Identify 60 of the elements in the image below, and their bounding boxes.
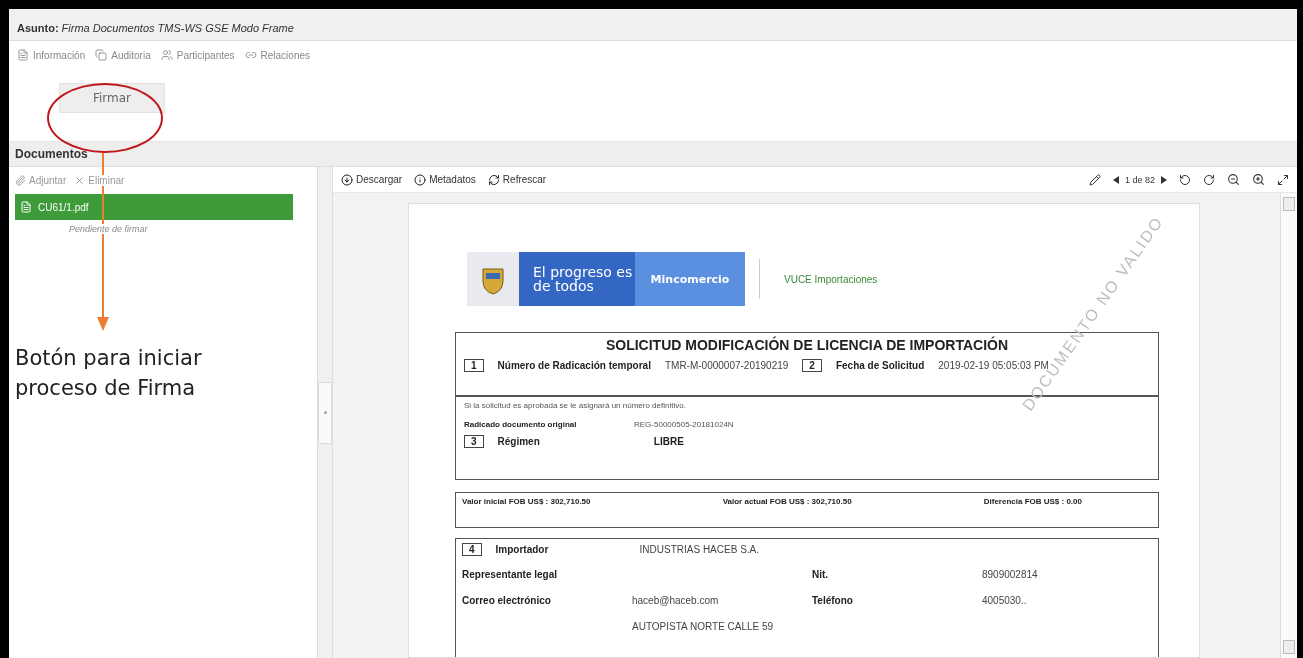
tab[interactable]: Participantes	[160, 49, 235, 61]
attach-button[interactable]: Adjuntar	[15, 175, 67, 186]
previous-page-icon[interactable]	[1112, 175, 1119, 184]
delete-button[interactable]: Eliminar	[74, 175, 125, 186]
field-label: Régimen	[497, 436, 540, 447]
field-value: REG-50000505-20181024N	[634, 420, 735, 429]
field-number: 4	[462, 543, 482, 556]
link-icon	[244, 49, 257, 61]
subject-text: Asunto: Firma Documentos TMS-WS GSE Modo Frame	[9, 9, 1297, 41]
collapse-handle[interactable]	[318, 381, 332, 444]
fob-value: Valor actual FOB US$ : 302,710.50	[722, 497, 852, 506]
ministry-text: Mincomercio	[635, 252, 745, 306]
field-number: 2	[802, 359, 822, 372]
pencil-icon[interactable]	[1088, 173, 1101, 186]
coat-of-arms-icon	[467, 252, 519, 306]
field-label: Fecha de Solicitud	[835, 360, 925, 371]
field-value: AUTOPISTA NORTE CALLE 59	[632, 621, 774, 632]
paperclip-icon	[15, 175, 26, 186]
fullscreen-icon[interactable]	[1277, 173, 1289, 186]
field-value: INDUSTRIAS HACEB S.A.	[639, 544, 760, 555]
field-value: 8909002814	[982, 569, 1038, 580]
rotate-left-icon[interactable]	[1179, 173, 1191, 186]
fob-value: Diferencia FOB US$ : 0.00	[983, 497, 1082, 506]
field-value: LIBRE	[653, 436, 684, 447]
tab[interactable]: Auditoria	[95, 49, 151, 61]
next-page-icon[interactable]	[1161, 175, 1167, 184]
refresh-button[interactable]: Refrescar	[487, 173, 547, 186]
page-indicator: 1 de 82	[1124, 174, 1155, 185]
download-button[interactable]: Descargar	[341, 173, 403, 186]
sign-button[interactable]: Firmar	[59, 83, 165, 113]
tab[interactable]: Información	[17, 49, 86, 61]
fob-value: Valor inicial FOB US$ : 302,710.50	[462, 497, 591, 506]
file-item[interactable]: CU61/1.pdf	[15, 194, 293, 220]
download-icon	[341, 173, 353, 186]
field-value: haceb@haceb.com	[632, 595, 719, 606]
people-icon	[160, 49, 173, 61]
rotate-right-icon[interactable]	[1203, 173, 1215, 186]
annotation-text: Botón para iniciar proceso de Firma	[15, 345, 203, 402]
field-label: Teléfono	[812, 595, 853, 606]
refresh-icon	[487, 173, 500, 186]
field-value: 4005030..	[982, 595, 1027, 606]
field-number: 3	[464, 435, 484, 448]
file-status: Pendiente de firmar	[69, 224, 148, 234]
field-label: Radicado documento original	[464, 420, 578, 429]
field-label: Correo electrónico	[462, 595, 551, 606]
field-label: Importador	[495, 544, 550, 555]
document-icon	[20, 201, 32, 213]
slogan-text: El progreso es de todos	[519, 252, 635, 306]
section-title: Documentos	[9, 142, 1297, 167]
zoom-in-icon[interactable]	[1252, 173, 1265, 186]
zoom-out-icon[interactable]	[1227, 173, 1240, 186]
field-label: Número de Radicación temporal	[497, 360, 651, 371]
field-label: Nit.	[812, 569, 829, 580]
delete-icon	[74, 175, 86, 186]
system-name: VUCE Importaciones	[784, 273, 878, 285]
field-label: Representante legal	[462, 569, 558, 580]
field-number: 1	[464, 359, 484, 372]
info-button[interactable]: Metadatos	[414, 173, 476, 186]
tab[interactable]: Relaciones	[244, 49, 310, 61]
field-value: TMR-M-0000007-20190219	[664, 360, 789, 371]
